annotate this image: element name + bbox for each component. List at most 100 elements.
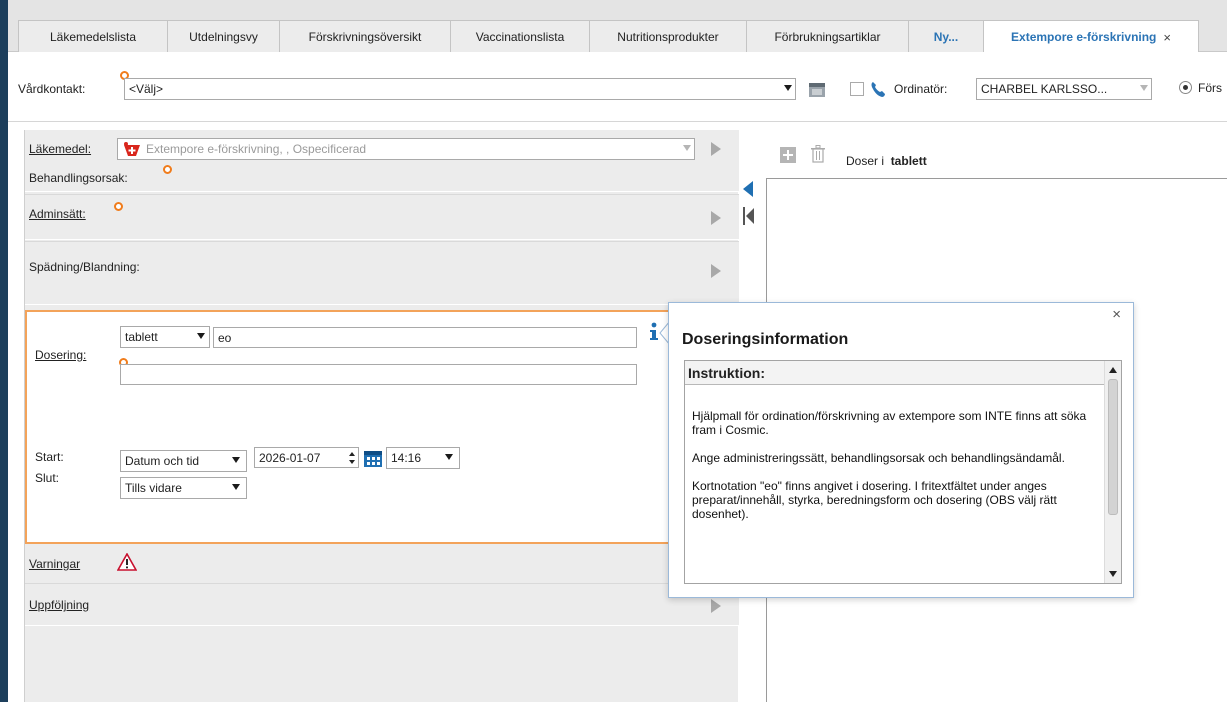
spadning-label: Spädning/Blandning: xyxy=(29,260,140,274)
calendar-icon[interactable] xyxy=(363,448,383,468)
expand-arrow-icon[interactable] xyxy=(711,142,721,156)
start-date-value: 2026-01-07 xyxy=(259,451,321,465)
adminsatt-section[interactable]: Adminsätt: xyxy=(25,194,739,240)
start-date-input[interactable]: 2026-01-07 xyxy=(254,447,359,468)
chevron-down-icon xyxy=(683,145,691,151)
tab-utdelningsvy[interactable]: Utdelningsvy xyxy=(167,20,280,52)
spadning-section[interactable]: Spädning/Blandning: xyxy=(25,241,739,305)
required-indicator-icon xyxy=(163,165,172,174)
tab-strip: Läkemedelslista Utdelningsvy Förskrivnin… xyxy=(8,0,1227,53)
dosering-label: Dosering: xyxy=(35,348,87,362)
vardkontakt-select[interactable]: <Välj> xyxy=(124,78,796,100)
slut-select[interactable]: Tills vidare xyxy=(120,477,247,499)
forskrivning-radio[interactable] xyxy=(1179,81,1192,94)
instruction-box: Instruktion: Hjälpmall för ordination/fö… xyxy=(684,360,1122,584)
lakemedel-label: Läkemedel: xyxy=(29,142,92,156)
start-type-value: Datum och tid xyxy=(125,454,200,468)
instruction-paragraph: Ange administreringssätt, behandlingsors… xyxy=(692,451,1065,465)
close-tab-icon[interactable]: × xyxy=(1163,30,1171,45)
tab-ny[interactable]: Ny... xyxy=(908,20,984,52)
uppfoljning-label: Uppföljning xyxy=(29,598,90,612)
dos-unit-select[interactable]: tablett xyxy=(120,326,210,348)
close-icon[interactable]: × xyxy=(1112,306,1121,323)
tab-label: Nutritionsprodukter xyxy=(617,29,719,44)
doser-label: Doser i tablett xyxy=(846,154,927,168)
varningar-section[interactable]: Varningar xyxy=(25,546,739,584)
register-icon[interactable] xyxy=(808,81,826,99)
spinner-icon[interactable] xyxy=(348,451,356,465)
lakemedel-section: Läkemedel: Extempore e-förskrivning, , O… xyxy=(25,130,739,192)
instruction-text: Hjälpmall för ordination/förskrivning av… xyxy=(692,409,1102,535)
start-time-value: 14:16 xyxy=(391,451,422,465)
tab-label: Förbrukningsartiklar xyxy=(774,29,881,44)
tab-lakemedelslista[interactable]: Läkemedelslista xyxy=(18,20,168,52)
scroll-down-icon[interactable] xyxy=(1109,571,1117,577)
start-type-select[interactable]: Datum och tid xyxy=(120,450,247,472)
chevron-down-icon xyxy=(232,457,240,463)
tab-forskrivningsoversikt[interactable]: Förskrivningsöversikt xyxy=(279,20,451,52)
lakemedel-value: Extempore e-förskrivning, , Ospecificera… xyxy=(146,142,367,156)
warning-icon xyxy=(117,553,137,571)
chevron-down-icon xyxy=(445,454,453,460)
radio-dot xyxy=(1183,85,1188,90)
dos-text-value: eo xyxy=(218,331,232,345)
lakemedel-select[interactable]: Extempore e-förskrivning, , Ospecificera… xyxy=(117,138,695,160)
tab-label: Vaccinationslista xyxy=(475,29,565,44)
phone-icon xyxy=(871,82,885,97)
dos-text-input[interactable]: eo xyxy=(213,327,637,348)
ordinator-value: CHARBEL KARLSSO... xyxy=(981,82,1108,96)
tab-label: Ny... xyxy=(933,29,959,44)
scroll-thumb[interactable] xyxy=(1108,379,1118,515)
uppfoljning-section[interactable]: Uppföljning xyxy=(25,586,739,626)
ordinator-select[interactable]: CHARBEL KARLSSO... xyxy=(976,78,1152,100)
tab-forbrukningsartiklar[interactable]: Förbrukningsartiklar xyxy=(746,20,909,52)
tab-extempore-e-forskrivning[interactable]: Extempore e-förskrivning × xyxy=(983,20,1199,53)
slut-label: Slut: xyxy=(35,471,60,485)
vardkontakt-label: Vårdkontakt: xyxy=(18,82,86,96)
behandlingsorsak-label: Behandlingsorsak: xyxy=(29,171,128,185)
tab-label: Läkemedelslista xyxy=(49,29,137,44)
chevron-down-icon xyxy=(784,85,792,91)
start-time-select[interactable]: 14:16 xyxy=(386,447,460,469)
collapse-left-icon[interactable] xyxy=(743,181,753,197)
extempore-medicine-icon xyxy=(124,142,140,156)
radio-label: Förs xyxy=(1198,81,1222,95)
tab-label: Utdelningsvy xyxy=(189,29,258,44)
adminsatt-label: Adminsätt: xyxy=(29,207,86,221)
vardkontakt-value: <Välj> xyxy=(129,82,164,96)
chevron-down-icon xyxy=(1140,85,1148,91)
expand-arrow-icon[interactable] xyxy=(711,599,721,613)
collapse-all-arrow-icon[interactable] xyxy=(746,208,754,224)
doser-unit: tablett xyxy=(890,154,927,168)
dos-unit-value: tablett xyxy=(125,330,158,344)
varningar-label: Varningar xyxy=(29,557,81,571)
phone-checkbox[interactable] xyxy=(850,82,864,96)
dosering-section: Dosering: tablett eo Start: Datum och ti… xyxy=(25,310,739,544)
tab-label: Förskrivningsöversikt xyxy=(308,29,422,44)
tab-vaccinationslista[interactable]: Vaccinationslista xyxy=(450,20,590,52)
required-indicator-icon xyxy=(114,202,123,211)
start-label: Start: xyxy=(35,450,64,464)
splitter-controls xyxy=(743,181,754,225)
tab-nutritionsprodukter[interactable]: Nutritionsprodukter xyxy=(589,20,747,52)
chevron-down-icon xyxy=(197,333,205,339)
ordinator-label: Ordinatör: xyxy=(894,82,948,96)
chevron-down-icon xyxy=(232,484,240,490)
dosering-info-popup: × Doseringsinformation Instruktion: Hjäl… xyxy=(668,302,1134,598)
app-window: Läkemedelslista Utdelningsvy Förskrivnin… xyxy=(8,0,1227,702)
instruction-paragraph: Kortnotation "eo" finns angivet i doseri… xyxy=(692,479,1057,521)
trash-icon[interactable] xyxy=(810,145,826,163)
instruction-heading: Instruktion: xyxy=(685,361,1105,385)
tab-label: Extempore e-förskrivning xyxy=(1011,30,1157,44)
expand-arrow-icon[interactable] xyxy=(711,264,721,278)
popup-title: Doseringsinformation xyxy=(682,331,849,348)
collapse-all-bar-icon[interactable] xyxy=(743,207,745,225)
scrollbar[interactable] xyxy=(1104,361,1121,583)
add-dose-icon[interactable] xyxy=(780,147,796,163)
dos-freetext-input[interactable] xyxy=(120,364,637,385)
slut-value: Tills vidare xyxy=(125,481,182,495)
expand-arrow-icon[interactable] xyxy=(711,211,721,225)
form-panel: Läkemedel: Extempore e-förskrivning, , O… xyxy=(24,130,739,702)
scroll-up-icon[interactable] xyxy=(1109,367,1117,373)
instruction-paragraph: Hjälpmall för ordination/förskrivning av… xyxy=(692,409,1087,437)
